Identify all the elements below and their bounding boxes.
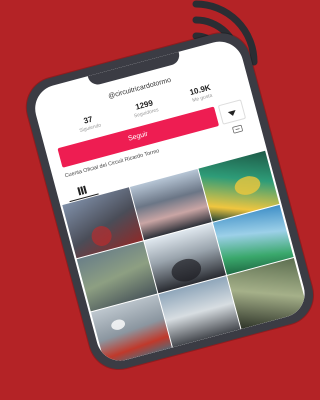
tile-decoration [89,223,114,249]
link-icon[interactable] [232,124,244,134]
tile-decoration [232,173,263,198]
grid-icon[interactable] [76,184,88,196]
tile-decoration [110,318,127,332]
more-options-button[interactable] [217,99,247,125]
tile-decoration [169,255,204,285]
chevron-down-icon [227,110,237,117]
